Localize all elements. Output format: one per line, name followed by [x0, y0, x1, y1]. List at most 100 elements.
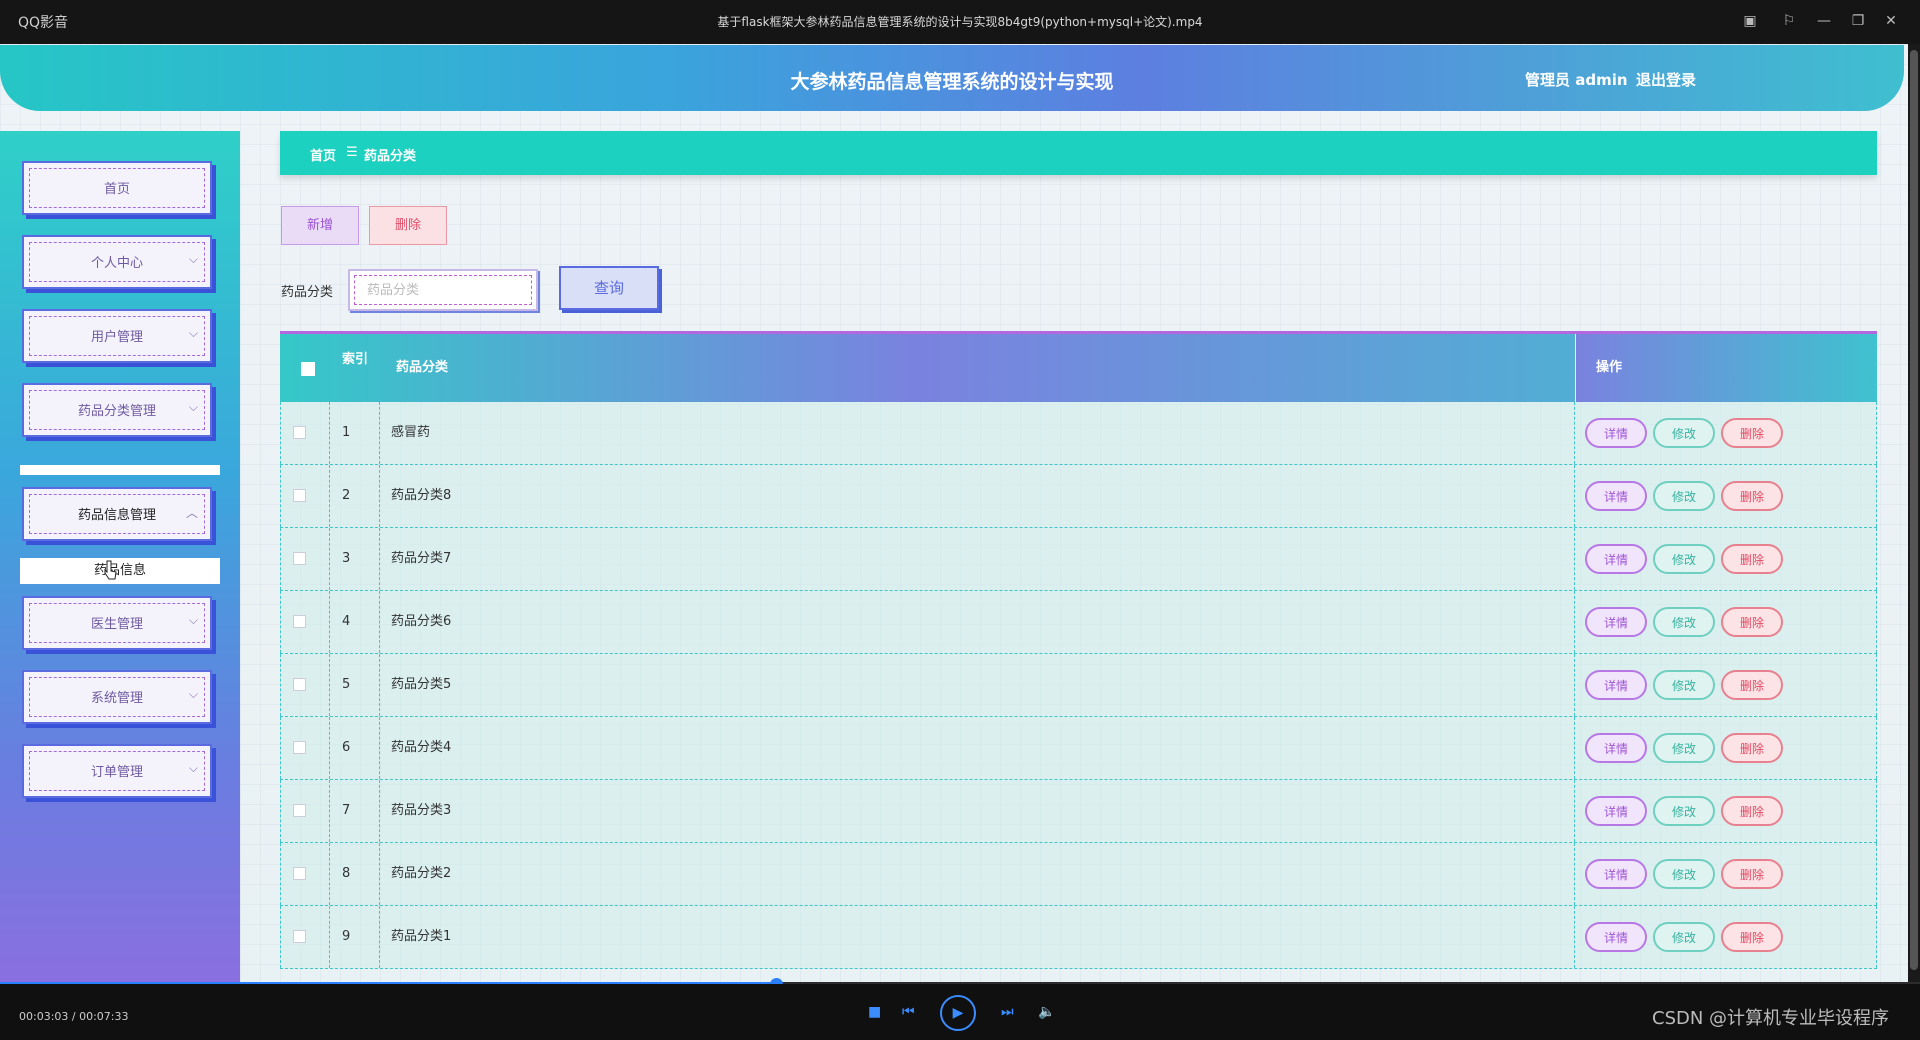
pin-icon[interactable]: ⚐	[1778, 10, 1800, 32]
sidebar-item-label: 系统管理	[29, 677, 205, 717]
sidebar-item-user-management[interactable]: 用户管理 ⌵	[22, 309, 212, 363]
row-checkbox-cell	[280, 591, 330, 653]
detail-button[interactable]: 详情	[1585, 544, 1647, 574]
stop-icon[interactable]: ■	[868, 1004, 881, 1020]
row-checkbox[interactable]	[293, 615, 306, 628]
detail-button[interactable]: 详情	[1585, 859, 1647, 889]
sidebar-item-label: 药品分类管理	[29, 390, 205, 430]
column-header-name[interactable]: 药品分类	[380, 334, 1575, 402]
row-checkbox-cell	[280, 843, 330, 905]
row-checkbox[interactable]	[293, 741, 306, 754]
row-delete-button[interactable]: 删除	[1721, 607, 1783, 637]
edit-button[interactable]: 修改	[1653, 418, 1715, 448]
detail-button[interactable]: 详情	[1585, 607, 1647, 637]
previous-icon[interactable]: ⏮	[902, 1004, 915, 1020]
row-actions: 详情 修改 删除	[1575, 465, 1877, 527]
row-checkbox[interactable]	[293, 426, 306, 439]
row-delete-button[interactable]: 删除	[1721, 670, 1783, 700]
submenu-item-label: 药品信息	[93, 563, 146, 578]
row-checkbox[interactable]	[293, 867, 306, 880]
table-row: 2 药品分类8 详情 修改 删除	[280, 465, 1877, 528]
row-checkbox-cell	[280, 402, 330, 464]
row-checkbox[interactable]	[293, 930, 306, 943]
sidebar-item-label: 订单管理	[29, 751, 205, 791]
row-checkbox-cell	[280, 780, 330, 842]
edit-button[interactable]: 修改	[1653, 859, 1715, 889]
row-delete-button[interactable]: 删除	[1721, 481, 1783, 511]
row-delete-button[interactable]: 删除	[1721, 922, 1783, 952]
detail-button[interactable]: 详情	[1585, 796, 1647, 826]
close-icon[interactable]: ✕	[1880, 10, 1902, 32]
edit-button[interactable]: 修改	[1653, 544, 1715, 574]
edit-button[interactable]: 修改	[1653, 670, 1715, 700]
sidebar-item-order-management[interactable]: 订单管理 ⌵	[22, 744, 212, 798]
chevron-down-icon: ⌵	[188, 252, 198, 266]
detail-button[interactable]: 详情	[1585, 481, 1647, 511]
row-delete-button[interactable]: 删除	[1721, 796, 1783, 826]
sidebar-item-personal-center[interactable]: 个人中心 ⌵	[22, 235, 212, 289]
sidebar-item-drug-info[interactable]: 药品信息管理 ︿	[22, 487, 212, 541]
submenu-divider	[20, 465, 220, 475]
detail-button[interactable]: 详情	[1585, 733, 1647, 763]
breadcrumb: 首页 ☰ 药品分类	[280, 131, 1877, 175]
detail-button[interactable]: 详情	[1585, 670, 1647, 700]
chevron-up-icon: ︿	[185, 506, 198, 520]
minimize-icon[interactable]: —	[1813, 10, 1835, 32]
sidebar-item-system-management[interactable]: 系统管理 ⌵	[22, 670, 212, 724]
mouse-cursor-icon	[104, 560, 117, 580]
sidebar-item-drug-category[interactable]: 药品分类管理 ⌵	[22, 383, 212, 437]
detail-button[interactable]: 详情	[1585, 418, 1647, 448]
breadcrumb-home[interactable]: 首页	[310, 145, 336, 164]
sidebar-item-label: 医生管理	[29, 603, 205, 643]
row-index: 8	[330, 843, 380, 905]
scrollbar-thumb[interactable]	[1910, 50, 1918, 970]
player-file-title: 基于flask框架大参林药品信息管理系统的设计与实现8b4gt9(python+…	[717, 15, 1203, 29]
row-actions: 详情 修改 删除	[1575, 906, 1877, 968]
row-delete-button[interactable]: 删除	[1721, 859, 1783, 889]
sidebar-item-label: 首页	[29, 168, 205, 208]
sidebar-item-doctor-management[interactable]: 医生管理 ⌵	[22, 596, 212, 650]
edit-button[interactable]: 修改	[1653, 607, 1715, 637]
add-button[interactable]: 新增	[281, 206, 359, 245]
row-index: 2	[330, 465, 380, 527]
edit-button[interactable]: 修改	[1653, 733, 1715, 763]
edit-button[interactable]: 修改	[1653, 796, 1715, 826]
table-row: 8 药品分类2 详情 修改 删除	[280, 843, 1877, 906]
delete-button[interactable]: 删除	[369, 206, 447, 245]
screenshot-icon[interactable]: ▣	[1739, 10, 1761, 32]
row-actions: 详情 修改 删除	[1575, 780, 1877, 842]
logout-link[interactable]: 退出登录	[1636, 69, 1696, 90]
search-label: 药品分类	[281, 285, 334, 300]
next-icon[interactable]: ⏭	[1001, 1004, 1014, 1020]
query-button[interactable]: 查询	[559, 266, 659, 310]
row-delete-button[interactable]: 删除	[1721, 733, 1783, 763]
row-checkbox[interactable]	[293, 489, 306, 502]
select-all-checkbox[interactable]	[301, 362, 315, 376]
edit-button[interactable]: 修改	[1653, 481, 1715, 511]
player-titlebar: QQ影音 基于flask框架大参林药品信息管理系统的设计与实现8b4gt9(py…	[0, 0, 1920, 44]
volume-icon[interactable]: 🔈	[1038, 1004, 1055, 1020]
play-button[interactable]: ▶	[940, 995, 976, 1031]
row-delete-button[interactable]: 删除	[1721, 418, 1783, 448]
sidebar-item-label: 药品信息管理	[29, 494, 205, 534]
search-placeholder[interactable]: 药品分类	[354, 275, 532, 305]
row-delete-button[interactable]: 删除	[1721, 544, 1783, 574]
restore-icon[interactable]: ❐	[1847, 10, 1869, 32]
row-index: 5	[330, 654, 380, 716]
table-row: 7 药品分类3 详情 修改 删除	[280, 780, 1877, 843]
submenu-item-drug-info[interactable]: 药品信息	[20, 558, 220, 584]
sidebar-item-home[interactable]: 首页	[22, 161, 212, 215]
detail-button[interactable]: 详情	[1585, 922, 1647, 952]
row-checkbox-cell	[280, 906, 330, 968]
row-category-name: 药品分类5	[380, 654, 1575, 716]
scrollbar[interactable]	[1908, 44, 1920, 984]
row-checkbox[interactable]	[293, 552, 306, 565]
edit-button[interactable]: 修改	[1653, 922, 1715, 952]
row-checkbox[interactable]	[293, 804, 306, 817]
chevron-down-icon: ⌵	[188, 613, 198, 627]
row-category-name: 药品分类2	[380, 843, 1575, 905]
row-checkbox[interactable]	[293, 678, 306, 691]
search-field[interactable]: 药品分类	[348, 269, 538, 311]
chevron-down-icon: ⌵	[188, 326, 198, 340]
app-header: 大参林药品信息管理系统的设计与实现 管理员 admin 退出登录	[0, 45, 1904, 111]
